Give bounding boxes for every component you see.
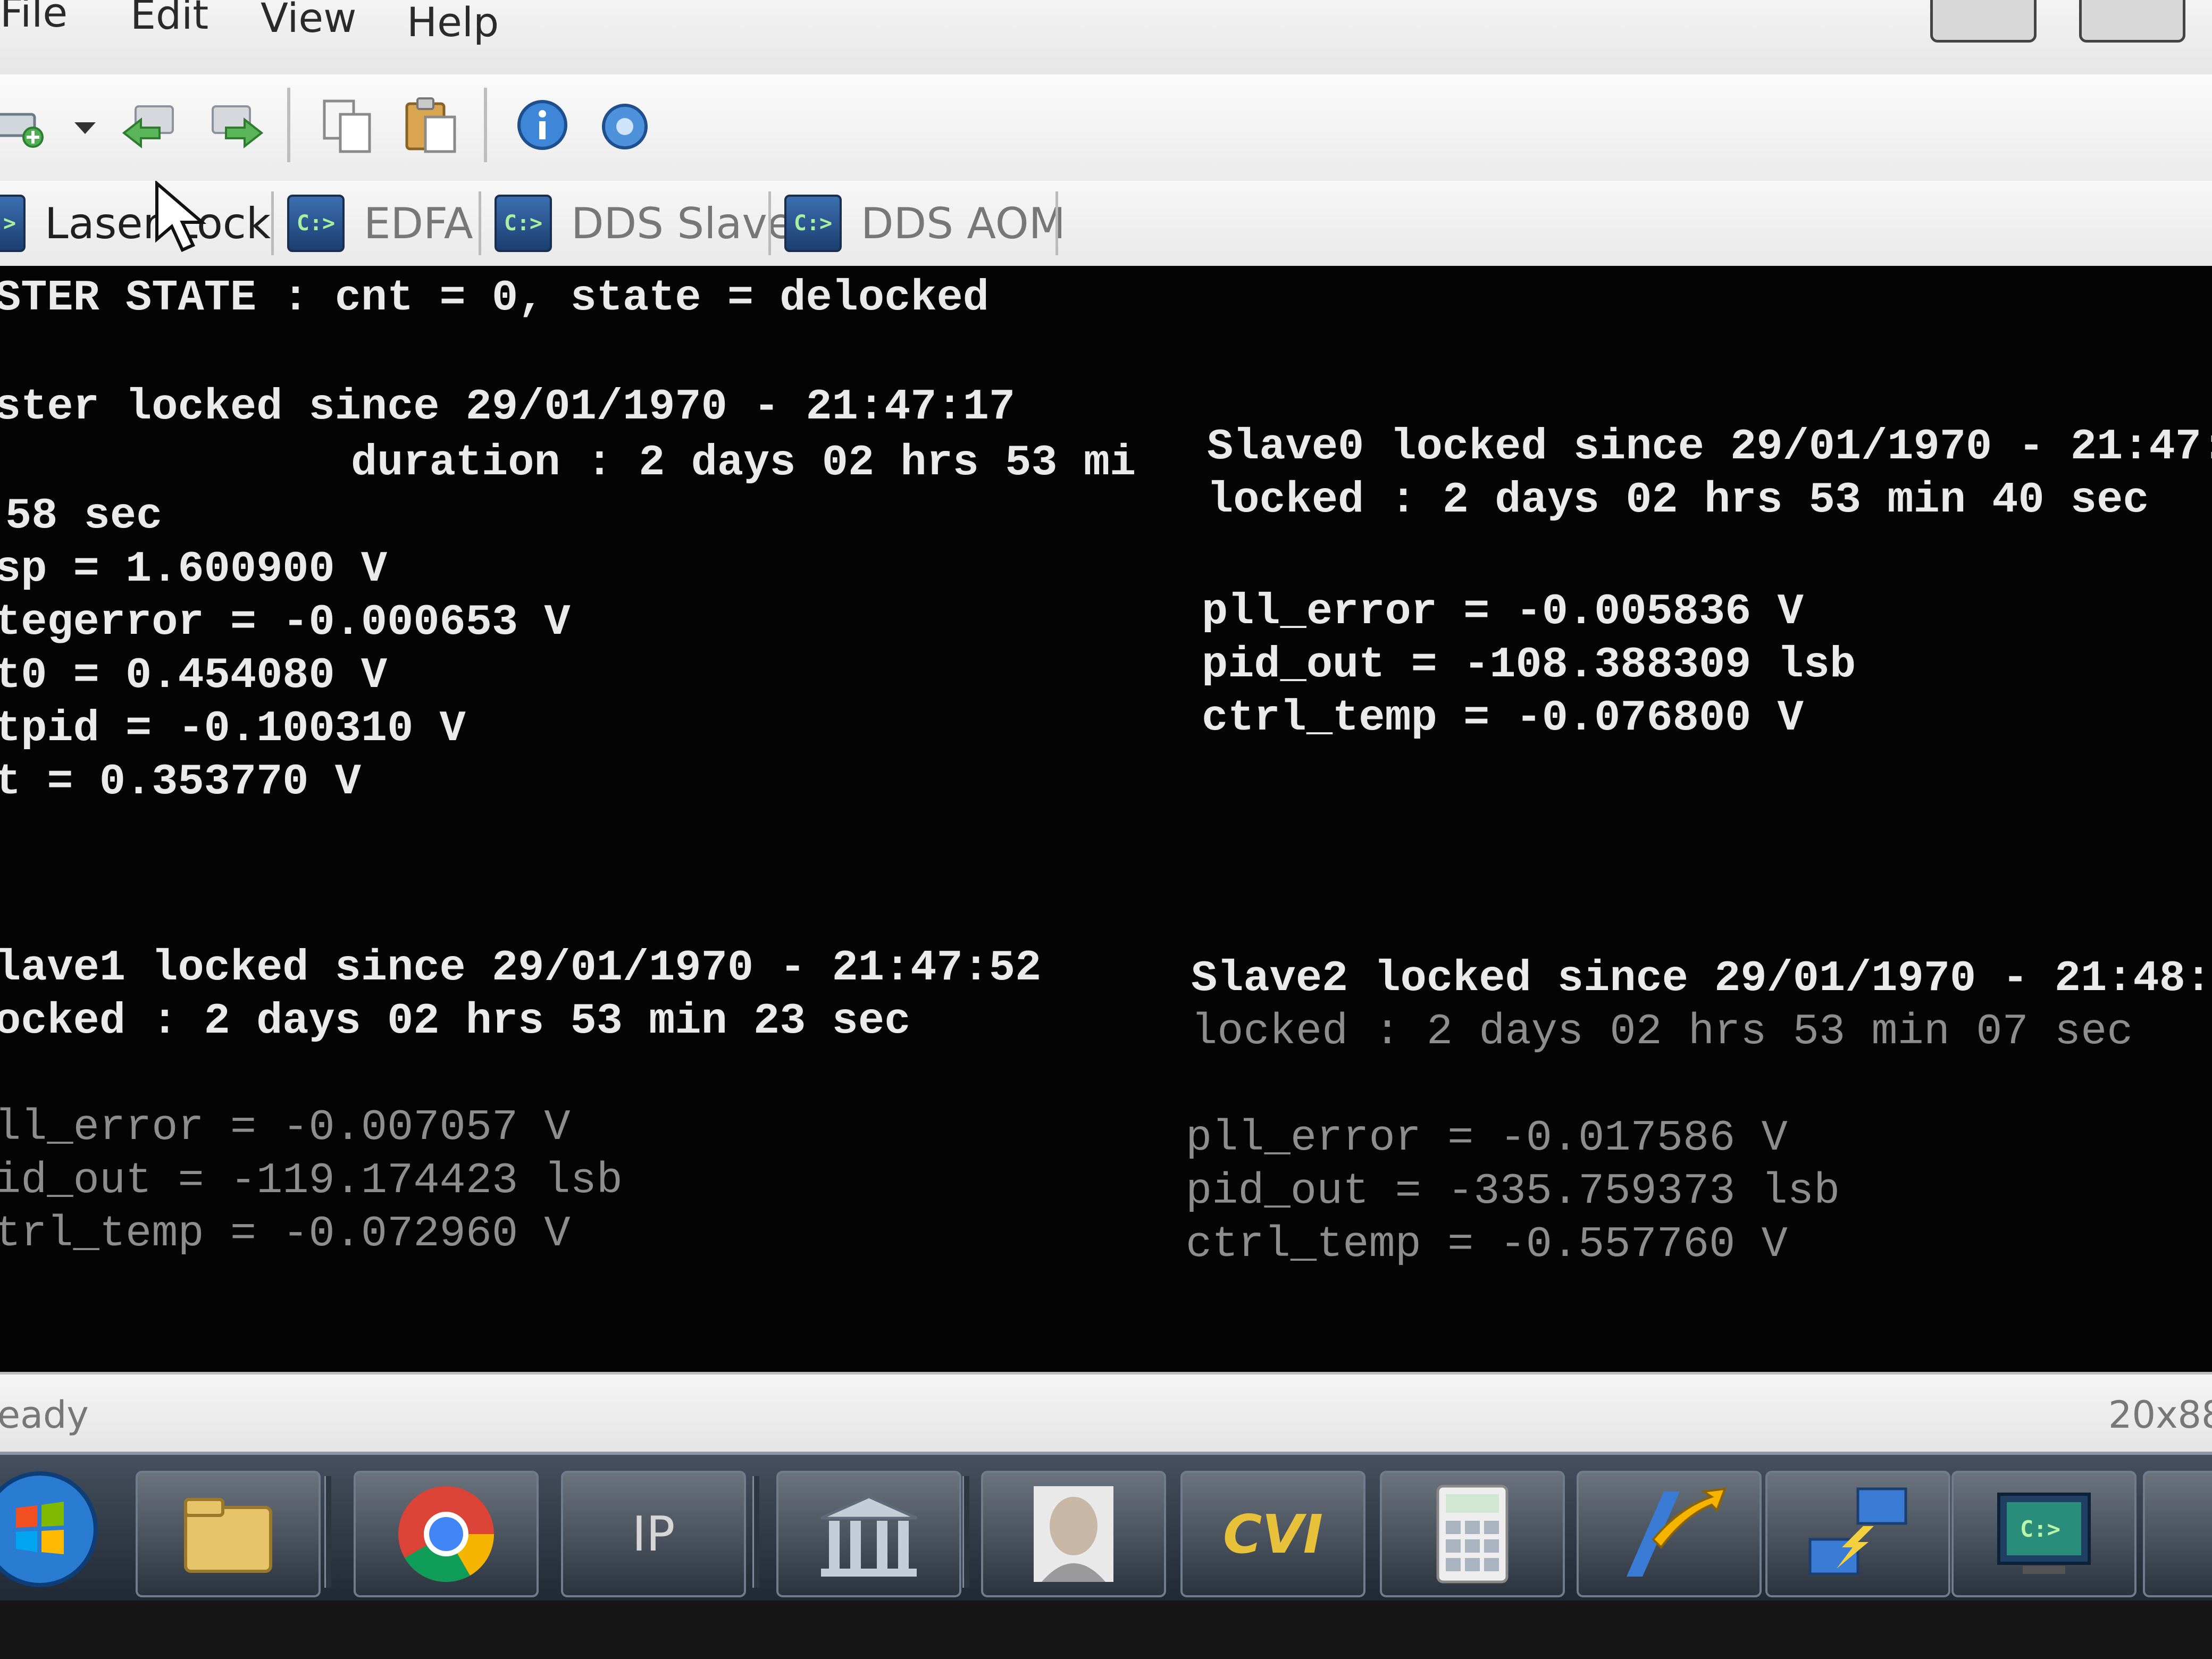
console-icon: C:> (784, 195, 842, 252)
master-duration: duration : 2 days 02 hrs 53 mi (351, 438, 1136, 488)
restore-window-button[interactable] (1930, 0, 2037, 43)
slave0-locked: locked : 2 days 02 hrs 53 min 40 sec (1207, 475, 2149, 525)
tab-label: DDS AOM (861, 198, 1066, 248)
menu-edit[interactable]: Edit (130, 0, 208, 35)
tab-separator (768, 191, 771, 255)
tab-dds-slave[interactable]: C:> DDS Slave (495, 181, 793, 266)
help-globe-icon[interactable] (596, 96, 654, 154)
tab-edfa[interactable]: C:> EDFA (287, 181, 473, 266)
slave0-pid-out: pid_out = -108.388309 lsb (1202, 640, 1856, 690)
calculator-icon (1436, 1485, 1509, 1583)
taskbar-console-2[interactable] (2143, 1471, 2212, 1597)
slave2-pll-error: pll_error = -0.017586 V (1186, 1113, 1788, 1163)
master-out: t = 0.353770 V (0, 757, 361, 807)
master-sp: sp = 1.600900 V (0, 544, 388, 594)
taskbar-chrome[interactable] (354, 1471, 539, 1597)
status-bar: eady 20x88 (0, 1372, 2212, 1454)
start-orb-icon[interactable] (0, 1468, 101, 1590)
taskbar-network[interactable] (1765, 1471, 1950, 1597)
slave1-ctrl-temp: trl_temp = -0.072960 V (0, 1209, 571, 1259)
info-icon[interactable] (513, 96, 572, 154)
dropdown-arrow-icon[interactable] (69, 96, 101, 154)
tab-label: EDFA (364, 198, 473, 248)
file-explorer-icon (184, 1498, 272, 1573)
taskbar-cvi[interactable]: CVI (1180, 1471, 1365, 1597)
taskbar-file-explorer[interactable] (136, 1471, 321, 1597)
tab-label: DDS Slave (571, 198, 794, 248)
terminal-window: File Edit View Help > Laser Lock C:> EDF… (0, 0, 2212, 1659)
master-integerror: tegerror = -0.000653 V (0, 598, 571, 647)
console-icon: C:> (495, 195, 552, 252)
console-icon: C:> (287, 195, 345, 252)
status-text: eady (0, 1393, 89, 1437)
console-icon: C:> (0, 195, 26, 252)
monitor-bezel (0, 1601, 2212, 1659)
portrait-app-icon (1034, 1486, 1113, 1582)
taskbar-ip-viewer[interactable]: IP (561, 1471, 746, 1597)
taskbar: IP CVI C:> (0, 1452, 2212, 1604)
taskbar-arrow-tool[interactable] (1577, 1471, 1762, 1597)
menu-file[interactable]: File (0, 0, 68, 33)
tab-dds-aom[interactable]: C:> DDS AOM (784, 181, 1066, 266)
slave1-pid-out: id_out = -119.174423 lsb (0, 1156, 623, 1205)
terminal-size: 20x88 (2108, 1393, 2212, 1437)
console-glyph: C:> (2020, 1516, 2060, 1542)
tab-separator (271, 191, 274, 255)
tab-laser-lock[interactable]: C:> Laser Lock (0, 181, 271, 266)
toolbar-separator (484, 88, 487, 162)
tab-separator (479, 191, 481, 255)
tab-bar: C:> Laser Lock C:> EDFA C:> DDS Slave C:… (0, 181, 2212, 269)
slave2-locked-since: Slave2 locked since 29/01/1970 - 21:48:0 (1191, 954, 2212, 1003)
toolbar (0, 74, 2212, 183)
slave0-ctrl-temp: ctrl_temp = -0.076800 V (1202, 693, 1804, 743)
menu-bar: File Edit View Help (0, 0, 2212, 74)
taskbar-separator (962, 1476, 969, 1588)
library-icon (820, 1495, 918, 1577)
console-output[interactable]: STER STATE : cnt = 0, state = delocked s… (0, 266, 2212, 1372)
master-outpid: tpid = -0.100310 V (0, 704, 466, 753)
forward-arrow-icon[interactable] (207, 96, 266, 154)
arrow-tool-icon (1627, 1487, 1727, 1577)
taskbar-separator (324, 1476, 331, 1588)
taskbar-console[interactable]: C:> (1951, 1471, 2136, 1597)
new-connection-icon[interactable] (0, 96, 53, 154)
master-out0: t0 = 0.454080 V (0, 651, 388, 700)
paste-icon[interactable] (401, 96, 460, 154)
ip-viewer-icon: IP (632, 1506, 675, 1562)
master-locked-since: ster locked since 29/01/1970 - 21:47:17 (0, 382, 1016, 432)
copy-icon[interactable] (319, 96, 378, 154)
master-duration-cont: 58 sec (5, 491, 163, 541)
toolbar-separator (287, 88, 290, 162)
menu-help[interactable]: Help (407, 2, 499, 43)
slave0-pll-error: pll_error = -0.005836 V (1202, 587, 1804, 636)
master-state-line: STER STATE : cnt = 0, state = delocked (0, 273, 989, 323)
slave2-pid-out: pid_out = -335.759373 lsb (1186, 1167, 1840, 1216)
slave1-locked-since: lave1 locked since 29/01/1970 - 21:47:52 (0, 943, 1042, 993)
taskbar-portrait-app[interactable] (981, 1471, 1166, 1597)
tab-separator (1055, 191, 1058, 255)
slave2-locked: locked : 2 days 02 hrs 53 min 07 sec (1191, 1007, 2133, 1057)
back-arrow-icon[interactable] (120, 96, 178, 154)
mouse-cursor-icon (155, 181, 207, 252)
console-icon: C:> (1997, 1493, 2091, 1574)
slave2-ctrl-temp: ctrl_temp = -0.557760 V (1186, 1220, 1788, 1269)
slave1-locked: ocked : 2 days 02 hrs 53 min 23 sec (0, 996, 911, 1046)
chrome-icon (398, 1486, 494, 1582)
cvi-icon: CVI (1223, 1503, 1323, 1565)
taskbar-library[interactable] (776, 1471, 961, 1597)
slave0-locked-since: Slave0 locked since 29/01/1970 - 21:47: (1207, 422, 2212, 472)
menu-view[interactable]: View (261, 0, 356, 38)
minimize-window-button[interactable] (2079, 0, 2185, 43)
network-icon (1808, 1487, 1907, 1576)
taskbar-separator (752, 1476, 759, 1588)
taskbar-calculator[interactable] (1380, 1471, 1565, 1597)
slave1-pll-error: ll_error = -0.007057 V (0, 1103, 571, 1152)
